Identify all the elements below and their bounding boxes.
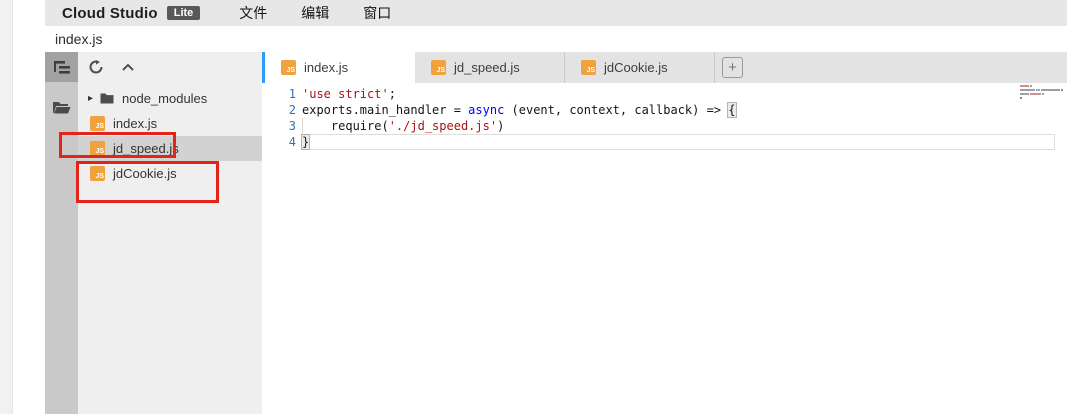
js-file-icon: JS [431,60,446,75]
tab-index-js[interactable]: JS index.js [262,52,415,83]
code-text: } [302,134,309,150]
code-text: require('./jd_speed.js') [302,118,504,134]
tab-label: jd_speed.js [454,60,520,75]
chevron-right-icon: ▸ [88,94,98,104]
explorer-toolbar [78,52,262,82]
folder-open-icon [52,100,71,115]
code-token: async [468,103,504,117]
tree-item-index-js[interactable]: JS index.js [78,111,262,136]
code-lines: 1 'use strict'; 2 exports.main_handler = as… [262,83,1067,150]
cloud-studio-window: Cloud Studio Lite 文件编辑窗口 index.js [0,0,1067,414]
matched-bracket: { [728,103,735,117]
code-line[interactable]: 3 require('./jd_speed.js') [262,118,1067,134]
tree-item-label: jdCookie.js [113,166,177,181]
line-number[interactable]: 1 [262,86,296,102]
tree-structure-icon [53,60,71,75]
menu-window[interactable]: 窗口 [346,3,408,23]
matched-bracket: } [302,135,309,149]
tree-item-label: jd_speed.js [113,141,179,156]
code-line[interactable]: 4} [262,134,1067,150]
folder-icon [100,93,114,104]
line-number[interactable]: 2 [262,102,296,118]
collapse-all-button[interactable] [122,63,134,71]
lite-badge: Lite [167,6,201,20]
code-token: require( [302,119,389,133]
tree-item-label: node_modules [122,91,207,106]
js-file-icon: JS [90,116,105,131]
code-line[interactable]: 1 'use strict'; [262,86,1067,102]
plus-icon: + [728,60,737,75]
code-token: ; [389,87,396,101]
chevron-up-icon [122,63,134,71]
code-token: 'use strict' [302,87,389,101]
refresh-button[interactable] [89,60,103,74]
activity-item-files[interactable] [45,94,78,120]
title-bar: index.js [45,26,1067,52]
menu-edit[interactable]: 编辑 [284,3,346,23]
menu-list: 文件编辑窗口 [222,3,408,23]
tree-item-node-modules[interactable]: ▸ node_modules [78,86,262,111]
file-explorer-panel: ▸ node_modules JS index.js JS jd_speed.js JS jd… [78,52,262,414]
tree-item-label: index.js [113,116,157,131]
js-file-icon: JS [90,141,105,156]
code-text: 'use strict'; [302,86,396,102]
menu-bar: Cloud Studio Lite 文件编辑窗口 [45,0,1067,26]
code-token: (event, context, callback) => [504,103,728,117]
code-token: exports.main_handler = [302,103,468,117]
tab-jdcookie-js[interactable]: JS jdCookie.js [565,52,715,83]
menu-file[interactable]: 文件 [222,3,284,23]
open-file-path: index.js [55,31,102,47]
tab-label: jdCookie.js [604,60,668,75]
app-logo: Cloud Studio [62,5,158,22]
tree-item-jd-speed-js[interactable]: JS jd_speed.js [78,136,262,161]
line-number[interactable]: 3 [262,118,296,134]
tree-item-jdcookie-js[interactable]: JS jdCookie.js [78,161,262,186]
left-gutter-strip [0,0,13,414]
js-file-icon: JS [581,60,596,75]
refresh-icon [89,60,103,74]
new-tab-button[interactable]: + [722,57,743,78]
file-tree: ▸ node_modules JS index.js JS jd_speed.js JS jd… [78,82,262,186]
code-line[interactable]: 2 exports.main_handler = async (event, co… [262,102,1067,118]
editor-tab-bar: JS index.js JS jd_speed.js JS jdCookie.js + [262,52,1067,83]
code-text: exports.main_handler = async (event, con… [302,102,736,118]
activity-item-outline[interactable] [45,52,78,82]
code-editor[interactable]: 1 'use strict'; 2 exports.main_handler = as… [262,83,1067,414]
js-file-icon: JS [281,60,296,75]
line-number[interactable]: 4 [262,134,296,150]
tab-jd-speed-js[interactable]: JS jd_speed.js [415,52,565,83]
tab-label: index.js [304,60,348,75]
code-token: ) [497,119,504,133]
activity-bar [45,52,78,414]
code-token: './jd_speed.js' [389,119,497,133]
js-file-icon: JS [90,166,105,181]
